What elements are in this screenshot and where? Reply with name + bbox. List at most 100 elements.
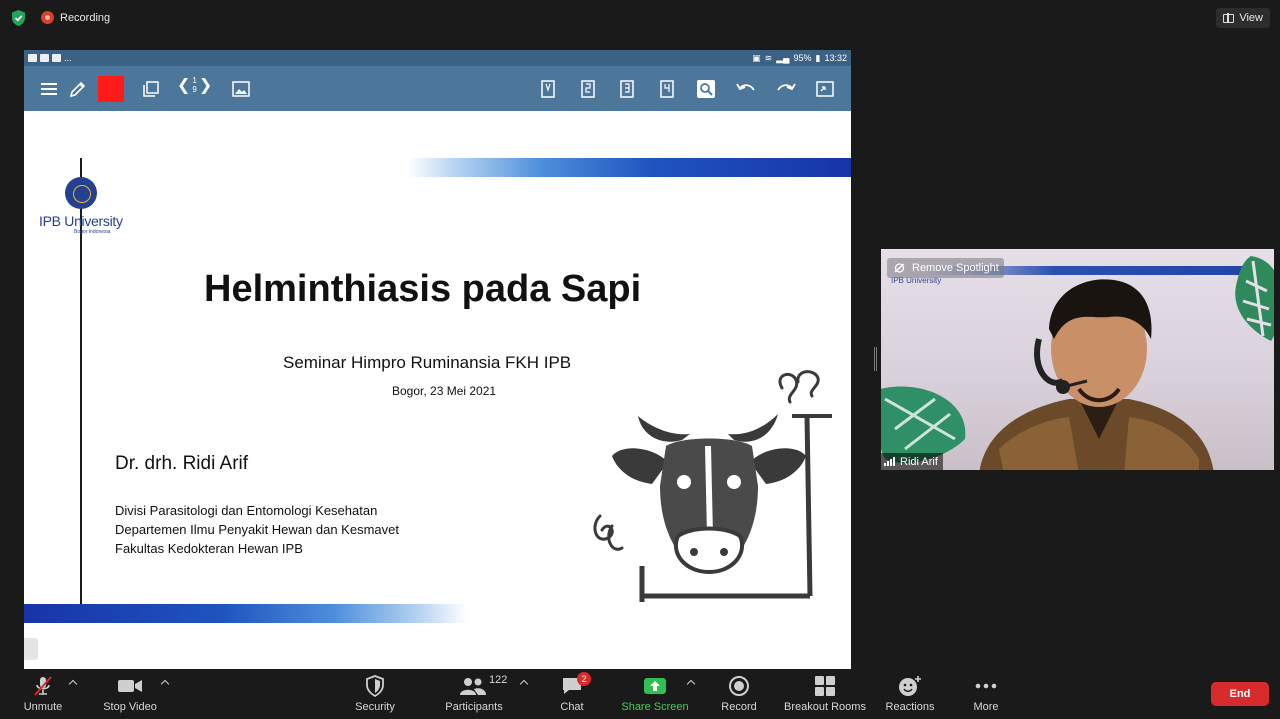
- fullscreen-icon[interactable]: [815, 78, 835, 100]
- recording-indicator[interactable]: Recording: [41, 11, 110, 24]
- slide-subtitle: Seminar Himpro Ruminansia FKH IPB: [283, 353, 572, 372]
- audio-options-caret-icon[interactable]: [68, 678, 78, 688]
- chevron-right-icon[interactable]: ❯: [199, 75, 212, 95]
- view-label: View: [1239, 12, 1263, 24]
- reactions-smiley-icon: [899, 676, 921, 696]
- page-total: 9: [192, 85, 197, 94]
- share-screen-label: Share Screen: [621, 701, 689, 713]
- stop-video-button[interactable]: Stop Video: [97, 669, 163, 719]
- muted-microphone-icon: [34, 676, 52, 696]
- page-current: 1: [192, 76, 197, 85]
- unmute-label: Unmute: [23, 701, 63, 713]
- participant-video-tile[interactable]: IPB University Remove Spotlight Ridi Ari…: [881, 249, 1274, 470]
- participant-name-tag: Ridi Arif: [881, 453, 943, 470]
- pen-color-swatch[interactable]: [98, 76, 124, 102]
- participant-name: Ridi Arif: [900, 455, 938, 468]
- message-notification-icon: [28, 54, 37, 62]
- slide-top-band: [408, 158, 851, 177]
- chat-button[interactable]: 2 Chat: [552, 669, 592, 719]
- photo-notification-icon: [52, 54, 61, 62]
- recording-label: Recording: [60, 11, 111, 24]
- participants-icon: [460, 678, 486, 695]
- image-icon[interactable]: [231, 78, 251, 100]
- gallery-notification-icon: [40, 54, 49, 62]
- video-options-caret-icon[interactable]: [160, 678, 170, 688]
- bookmark-2-icon[interactable]: [579, 78, 597, 100]
- more-button[interactable]: More: [964, 669, 1008, 719]
- logo-name: IPB University: [39, 213, 123, 229]
- battery-percent: 95%: [793, 53, 812, 63]
- annotation-toolbar: ❮ 1 9 ❯: [24, 66, 851, 111]
- page-indicator: 1 9: [192, 76, 196, 94]
- breakout-rooms-label: Breakout Rooms: [784, 701, 866, 713]
- slide-author: Dr. drh. Ridi Arif: [115, 453, 249, 474]
- security-shield-icon[interactable]: [10, 9, 27, 27]
- reactions-label: Reactions: [885, 701, 935, 713]
- slide-bottom-band: [24, 604, 467, 623]
- bookmark-1-icon[interactable]: [539, 78, 557, 100]
- signal-icon: ▂▄: [776, 52, 790, 63]
- affiliation-line-3: Fakultas Kedokteran Hewan IPB: [115, 541, 303, 556]
- pen-icon[interactable]: [68, 78, 88, 100]
- slide-title: Helminthiasis pada Sapi: [204, 268, 642, 310]
- video-camera-icon: [118, 680, 142, 692]
- connection-signal-icon: [884, 457, 895, 466]
- ipb-seal-logo: [65, 177, 97, 209]
- wifi-icon: ≋: [764, 52, 773, 63]
- record-label: Record: [721, 701, 757, 713]
- participant-person: [979, 279, 1214, 470]
- stop-video-label: Stop Video: [103, 701, 157, 713]
- shield-icon: [366, 675, 384, 697]
- unmute-button[interactable]: Unmute: [14, 669, 72, 719]
- menu-icon[interactable]: [40, 78, 58, 100]
- affiliation-line-2: Departemen Ilmu Penyakit Hewan dan Kesma…: [115, 522, 399, 537]
- share-screen-button[interactable]: Share Screen: [619, 669, 691, 719]
- remove-spotlight-button[interactable]: Remove Spotlight: [887, 258, 1004, 278]
- security-label: Security: [355, 701, 395, 713]
- share-screen-icon: [644, 678, 666, 694]
- logo-subtext: Bogor Indonesia: [74, 229, 111, 235]
- undo-icon[interactable]: [735, 78, 757, 100]
- more-notifications: ...: [64, 53, 72, 63]
- reactions-button[interactable]: Reactions: [882, 669, 938, 719]
- more-dots-icon: [975, 683, 997, 689]
- breakout-rooms-button[interactable]: Breakout Rooms: [780, 669, 870, 719]
- bookmark-3-icon[interactable]: [618, 78, 636, 100]
- page-copy-icon[interactable]: [142, 78, 160, 100]
- end-meeting-button[interactable]: End: [1211, 682, 1269, 706]
- meeting-controls: Unmute Stop Video Security 122 Participa…: [0, 669, 1280, 719]
- participants-label: Participants: [445, 701, 503, 713]
- battery-icon: ▮: [815, 52, 821, 63]
- chat-label: Chat: [560, 701, 584, 713]
- record-icon: [729, 676, 749, 696]
- cast-icon: ▣: [752, 52, 761, 63]
- slide-date: Bogor, 23 Mei 2021: [392, 384, 497, 398]
- participants-count: 122: [489, 674, 508, 686]
- status-time: 13:32: [824, 53, 847, 63]
- spotlight-icon: [894, 263, 905, 273]
- record-button[interactable]: Record: [716, 669, 762, 719]
- view-button[interactable]: View: [1216, 8, 1270, 28]
- search-icon[interactable]: [696, 78, 716, 100]
- chevron-left-icon[interactable]: ❮: [177, 75, 190, 95]
- shared-screen: ... ▣ ≋ ▂▄ 95% ▮ 13:32 ❮ 1 9 ❯ IPB Unive…: [24, 50, 851, 669]
- tablet-status-bar: ... ▣ ≋ ▂▄ 95% ▮ 13:32: [24, 50, 851, 66]
- slide-panel-tab[interactable]: [24, 638, 38, 660]
- more-label: More: [973, 701, 999, 713]
- breakout-rooms-icon: [815, 676, 835, 696]
- affiliation-line-1: Divisi Parasitologi dan Entomologi Keseh…: [115, 503, 378, 518]
- security-button[interactable]: Security: [350, 669, 400, 719]
- bookmark-4-icon[interactable]: [658, 78, 676, 100]
- participants-button[interactable]: 122 Participants: [440, 669, 508, 719]
- zoom-meeting-window: Recording View ... ▣ ≋ ▂▄ 95% ▮ 13:32 ❮ …: [0, 0, 1280, 719]
- panel-resize-handle[interactable]: [874, 347, 877, 371]
- participants-options-caret-icon[interactable]: [519, 678, 529, 688]
- grid-view-icon: [1223, 13, 1235, 23]
- page-navigator[interactable]: ❮ 1 9 ❯: [177, 75, 212, 95]
- recording-icon: [41, 11, 54, 24]
- chat-unread-badge: 2: [577, 672, 591, 686]
- share-options-caret-icon[interactable]: [686, 678, 696, 688]
- remove-spotlight-label: Remove Spotlight: [912, 262, 999, 274]
- redo-icon[interactable]: [775, 78, 797, 100]
- cow-illustration: [593, 370, 832, 602]
